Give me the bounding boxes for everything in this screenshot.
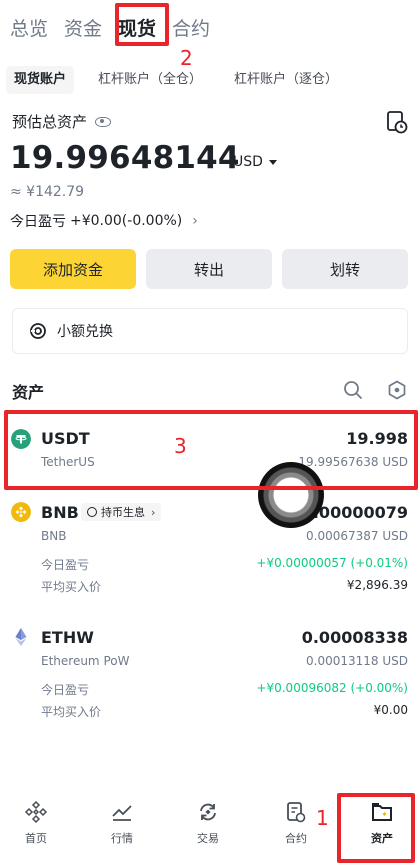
annotation-box-usdt-row	[4, 410, 418, 490]
tab-isolated-margin[interactable]: 杠杆账户（逐仓）	[226, 66, 346, 94]
tab-overview[interactable]: 总览	[10, 12, 48, 46]
annotation-number-3: 3	[174, 434, 187, 458]
nav-home-label: 首页	[25, 832, 47, 845]
convert-label: 小额兑换	[57, 324, 113, 340]
nav-futures-label: 合约	[285, 832, 307, 845]
tab-funding[interactable]: 资金	[64, 12, 102, 46]
add-funds-button[interactable]: 添加资金	[10, 249, 136, 289]
pnl-value: +¥0.00096082 (+0.00%)	[256, 681, 408, 695]
search-icon[interactable]	[343, 380, 363, 400]
tab-futures[interactable]: 合约	[172, 12, 210, 46]
nav-home[interactable]: 首页	[6, 800, 66, 854]
pnl-label: 今日盈亏	[41, 558, 90, 572]
markets-chart-icon	[112, 805, 132, 821]
eye-icon[interactable]	[95, 116, 112, 127]
ethw-logo-icon	[15, 628, 27, 646]
today-pnl-label: 今日盈亏	[10, 214, 66, 230]
annotation-box-assets-nav	[337, 793, 415, 863]
asset-symbol: ETHW	[41, 628, 94, 647]
nav-markets-label: 行情	[111, 832, 133, 845]
history-icon[interactable]	[386, 110, 408, 134]
asset-value: 0.00067387 USD	[306, 529, 408, 543]
tab-cross-margin[interactable]: 杠杆账户（全仓）	[90, 66, 210, 94]
nav-markets[interactable]: 行情	[92, 800, 152, 854]
chevron-right-icon: ›	[192, 213, 198, 229]
futures-doc-icon	[287, 802, 306, 823]
today-pnl[interactable]: 今日盈亏 +¥0.00(-0.00%) ›	[10, 211, 198, 231]
caret-down-icon	[268, 159, 277, 165]
avg-price-label: 平均买入价	[41, 580, 102, 594]
convert-icon	[30, 323, 46, 339]
chevron-right-icon: ›	[151, 505, 156, 519]
currency-selector[interactable]: USD	[233, 154, 277, 170]
estimated-balance-label: 预估总资产	[12, 111, 112, 132]
earn-icon	[87, 507, 97, 517]
pnl-label: 今日盈亏	[41, 683, 90, 697]
home-icon	[24, 800, 48, 824]
asset-value: 0.00013118 USD	[306, 654, 408, 668]
estimated-balance-text: 预估总资产	[12, 113, 88, 131]
settings-hex-icon[interactable]	[387, 380, 407, 400]
asset-amount: 0.00008338	[301, 628, 408, 647]
small-balance-convert[interactable]: 小额兑换	[12, 308, 408, 354]
earn-badge-label: 持币生息	[101, 506, 145, 519]
today-pnl-value: +¥0.00(-0.00%)	[70, 213, 183, 229]
avg-price-value: ¥0.00	[373, 703, 408, 717]
annotation-box-spot-tab	[115, 3, 169, 46]
earn-badge[interactable]: 持币生息 ›	[81, 503, 162, 521]
asset-name: BNB	[41, 529, 67, 543]
annotation-number-2: 2	[180, 46, 193, 70]
transfer-button[interactable]: 划转	[282, 249, 408, 289]
nav-trade[interactable]: 交易	[178, 800, 238, 854]
withdraw-button[interactable]: 转出	[146, 249, 272, 289]
nav-trade-label: 交易	[197, 832, 219, 845]
tab-spot-account[interactable]: 现货账户	[6, 66, 75, 94]
pnl-value: +¥0.00000057 (+0.01%)	[256, 556, 408, 570]
asset-name: Ethereum PoW	[41, 654, 130, 668]
currency-label: USD	[233, 154, 263, 170]
total-balance: 19.99648144	[10, 140, 240, 176]
assets-title: 资产	[12, 383, 45, 402]
avg-price-value: ¥2,896.39	[346, 578, 408, 592]
account-tabs: 现货账户 杠杆账户（全仓） 杠杆账户（逐仓）	[6, 66, 362, 94]
avg-price-label: 平均买入价	[41, 705, 102, 719]
asset-symbol: BNB	[41, 503, 79, 522]
annotation-number-1: 1	[316, 806, 329, 830]
trade-swap-icon	[200, 803, 216, 821]
bnb-logo-icon	[11, 502, 31, 522]
balance-cny: ≈ ¥142.79	[10, 184, 85, 200]
